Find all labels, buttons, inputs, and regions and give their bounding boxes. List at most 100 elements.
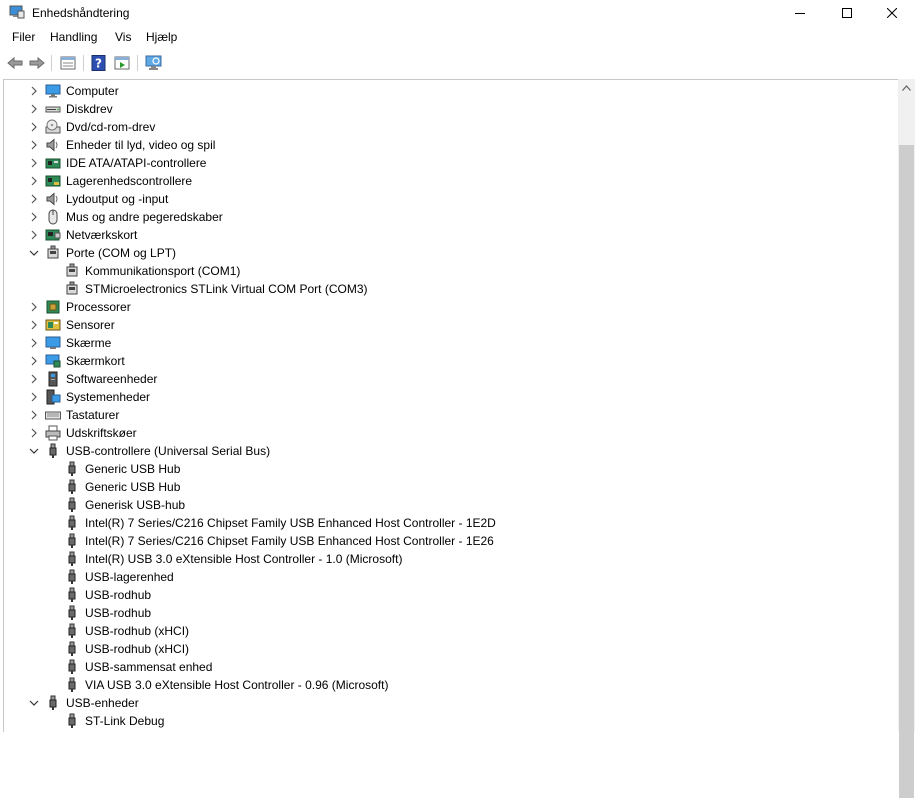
chevron-right-icon[interactable]: [29, 428, 39, 438]
toolbar-separator: [83, 55, 84, 71]
maximize-button[interactable]: [824, 0, 870, 26]
scroll-thumb[interactable]: [899, 145, 914, 798]
tree-item[interactable]: Lydoutput og -input: [4, 190, 884, 208]
software-device-icon: [48, 371, 58, 387]
chevron-right-icon[interactable]: [29, 86, 39, 96]
tree-item[interactable]: IDE ATA/ATAPI-controllere: [4, 154, 884, 172]
tree-item[interactable]: Diskdrev: [4, 100, 884, 118]
chevron-right-icon[interactable]: [29, 320, 39, 330]
tree-item-label: VIA USB 3.0 eXtensible Host Controller -…: [85, 678, 389, 692]
tree-item[interactable]: USB-rodhub (xHCI): [4, 622, 884, 640]
tree-item[interactable]: USB-rodhub: [4, 604, 884, 622]
menu-handling[interactable]: Handling: [48, 30, 99, 44]
maximize-icon: [842, 8, 852, 18]
device-tree[interactable]: Computer Diskdrev Dvd/cd-rom-drev Enheder t…: [3, 79, 899, 732]
tree-item[interactable]: Enheder til lyd, video og spil: [4, 136, 884, 154]
tree-item[interactable]: STMicroelectronics STLink Virtual COM Po…: [4, 280, 884, 298]
tree-item[interactable]: Kommunikationsport (COM1): [4, 262, 884, 280]
usb-icon: [68, 659, 76, 674]
tree-item[interactable]: Sensorer: [4, 316, 884, 334]
chevron-right-icon[interactable]: [29, 212, 39, 222]
tree-item[interactable]: Tastaturer: [4, 406, 884, 424]
network-card-icon: [45, 229, 61, 241]
tree-item-label: IDE ATA/ATAPI-controllere: [66, 156, 207, 170]
tree-item[interactable]: USB-rodhub (xHCI): [4, 640, 884, 658]
tree-item-label: USB-rodhub: [85, 606, 152, 620]
chevron-right-icon[interactable]: [29, 194, 39, 204]
tree-item-label: Lagerenhedscontrollere: [66, 174, 193, 188]
chevron-right-icon[interactable]: [29, 356, 39, 366]
tree-item[interactable]: USB-rodhub: [4, 586, 884, 604]
tree-item[interactable]: Intel(R) 7 Series/C216 Chipset Family US…: [4, 514, 884, 532]
tree-item[interactable]: USB-enheder: [4, 694, 884, 712]
chevron-right-icon[interactable]: [29, 374, 39, 384]
tree-item[interactable]: Porte (COM og LPT): [4, 244, 884, 262]
tree-item-label: Porte (COM og LPT): [66, 246, 177, 260]
usb-icon: [68, 533, 76, 548]
tree-item[interactable]: ST-Link Debug: [4, 712, 884, 730]
scroll-up-button[interactable]: [898, 79, 915, 96]
tree-item[interactable]: Generisk USB-hub: [4, 496, 884, 514]
minimize-button[interactable]: [777, 0, 823, 26]
tree-item[interactable]: VIA USB 3.0 eXtensible Host Controller -…: [4, 676, 884, 694]
scan-hardware-button[interactable]: [144, 53, 164, 73]
title-bar[interactable]: Enhedshåndtering: [0, 0, 915, 26]
chevron-right-icon[interactable]: [29, 140, 39, 150]
usb-icon: [68, 677, 76, 692]
chevron-right-icon[interactable]: [29, 122, 39, 132]
action-button[interactable]: [112, 53, 132, 73]
tree-item[interactable]: Udskriftskøer: [4, 424, 884, 442]
chevron-right-icon[interactable]: [29, 302, 39, 312]
tree-item[interactable]: Dvd/cd-rom-drev: [4, 118, 884, 136]
back-button[interactable]: [5, 53, 25, 73]
tree-item-label: Enheder til lyd, video og spil: [66, 138, 216, 152]
forward-button[interactable]: [27, 53, 47, 73]
tree-item[interactable]: Softwareenheder: [4, 370, 884, 388]
usb-icon: [49, 695, 57, 710]
tree-item[interactable]: USB-sammensat enhed: [4, 658, 884, 676]
tree-item[interactable]: Processorer: [4, 298, 884, 316]
tree-item-label: Computer: [66, 84, 119, 98]
tree-item[interactable]: USB-lagerenhed: [4, 568, 884, 586]
usb-icon: [68, 569, 76, 584]
tree-item[interactable]: Systemenheder: [4, 388, 884, 406]
arrow-right-icon: [29, 56, 45, 70]
tree-item-label: Generic USB Hub: [85, 480, 181, 494]
chevron-right-icon[interactable]: [29, 176, 39, 186]
tree-item-label: Udskriftskøer: [66, 426, 137, 440]
computer-icon: [45, 84, 61, 98]
chevron-down-icon[interactable]: [29, 698, 39, 708]
tree-item[interactable]: Mus og andre pegeredskaber: [4, 208, 884, 226]
chevron-right-icon[interactable]: [29, 392, 39, 402]
chevron-right-icon[interactable]: [29, 410, 39, 420]
usb-icon: [49, 443, 57, 458]
chevron-down-icon[interactable]: [29, 248, 39, 258]
chevron-right-icon[interactable]: [29, 104, 39, 114]
tree-item[interactable]: Skærmkort: [4, 352, 884, 370]
tree-item[interactable]: USB-controllere (Universal Serial Bus): [4, 442, 884, 460]
tree-item[interactable]: Computer: [4, 82, 884, 100]
disk-drive-icon: [45, 106, 61, 113]
chevron-right-icon[interactable]: [29, 158, 39, 168]
tree-item-label: Softwareenheder: [66, 372, 158, 386]
menu-filer[interactable]: Filer: [10, 30, 37, 44]
tree-item[interactable]: Intel(R) 7 Series/C216 Chipset Family US…: [4, 532, 884, 550]
tree-item[interactable]: Lagerenhedscontrollere: [4, 172, 884, 190]
tree-item-label: Diskdrev: [66, 102, 113, 116]
tree-item-label: Intel(R) 7 Series/C216 Chipset Family US…: [85, 534, 494, 548]
properties-button[interactable]: [58, 53, 78, 73]
close-button[interactable]: [869, 0, 915, 26]
chevron-right-icon[interactable]: [29, 230, 39, 240]
chevron-down-icon[interactable]: [29, 446, 39, 456]
tree-item[interactable]: Netværkskort: [4, 226, 884, 244]
toolbar: ?: [0, 51, 915, 75]
tree-item[interactable]: Skærme: [4, 334, 884, 352]
help-button[interactable]: ?: [89, 53, 109, 73]
menu-vis[interactable]: Vis: [113, 30, 133, 44]
chevron-right-icon[interactable]: [29, 338, 39, 348]
tree-item[interactable]: Generic USB Hub: [4, 460, 884, 478]
menu-hjaelp[interactable]: Hjælp: [144, 30, 179, 44]
vertical-scrollbar[interactable]: [898, 79, 915, 798]
tree-item[interactable]: Intel(R) USB 3.0 eXtensible Host Control…: [4, 550, 884, 568]
tree-item[interactable]: Generic USB Hub: [4, 478, 884, 496]
